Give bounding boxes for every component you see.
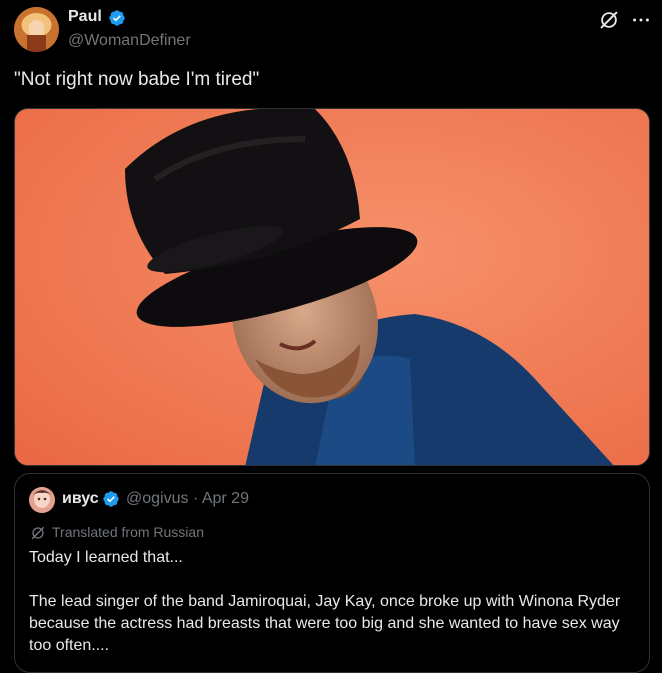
author-name[interactable]: Paul — [68, 8, 102, 26]
photo-man-in-fur-hat — [15, 109, 649, 465]
quoted-author-name[interactable]: ивус — [62, 490, 99, 508]
quoted-tweet-text: Today I learned that... The lead singer … — [29, 547, 635, 657]
more-icon[interactable] — [630, 9, 652, 31]
quoted-author-handle-date[interactable]: @ogivus · Apr 29 — [126, 490, 249, 508]
quoted-tweet-card[interactable]: ивус @ogivus · Apr 29 Translated from Ru… — [14, 473, 650, 673]
quoted-verified-badge-icon — [103, 491, 119, 507]
tweet-text: "Not right now babe I'm tired" — [14, 69, 260, 90]
quoted-author-avatar[interactable] — [29, 487, 55, 513]
avatar-image — [14, 7, 59, 52]
translated-from-label: Translated from Russian — [52, 524, 204, 540]
tweet-media-photo[interactable] — [14, 108, 650, 466]
translate-icon — [31, 526, 45, 540]
grok-icon[interactable] — [598, 9, 620, 31]
author-handle[interactable]: @WomanDefiner — [68, 32, 191, 50]
verified-badge-icon — [109, 10, 125, 26]
quoted-paragraph: The lead singer of the band Jamiroquai, … — [29, 593, 621, 654]
author-avatar[interactable] — [14, 7, 59, 52]
quoted-paragraph: Today I learned that... — [29, 549, 183, 566]
quoted-avatar-image — [29, 487, 55, 513]
